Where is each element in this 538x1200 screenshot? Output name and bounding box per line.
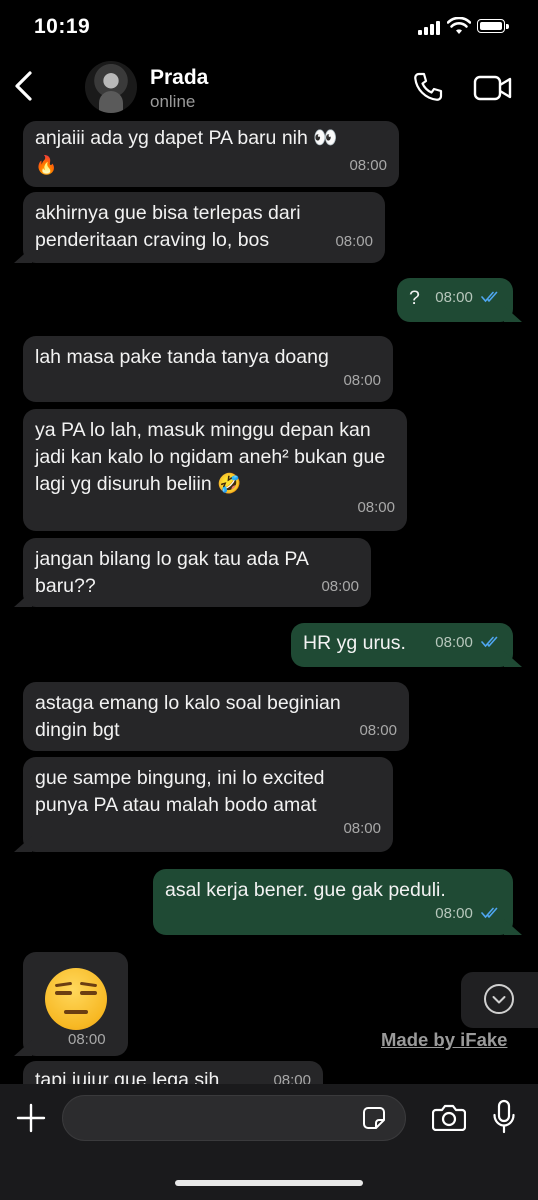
incoming-message[interactable]: anjaiii ada yg dapet PA baru nih 👀 🔥 08:…	[23, 121, 399, 187]
message-time: 08:00	[357, 499, 395, 516]
microphone-icon[interactable]	[492, 1099, 516, 1135]
message-time: 08:00	[343, 820, 381, 837]
message-time: 08:00	[435, 905, 473, 922]
sticker-icon[interactable]	[362, 1106, 386, 1130]
read-receipt-icon	[481, 291, 498, 303]
battery-icon	[477, 19, 509, 33]
back-chevron-icon[interactable]	[12, 69, 36, 103]
status-time: 10:19	[34, 15, 91, 38]
outgoing-message[interactable]: asal kerja bener. gue gak peduli. 08:00	[153, 869, 513, 935]
message-text: HR yg urus.	[303, 632, 406, 654]
read-receipt-icon	[481, 907, 498, 919]
incoming-message[interactable]: jangan bilang lo gak tau ada PA baru?? 0…	[23, 538, 371, 607]
message-text: astaga emang lo kalo soal beginian dingi…	[35, 692, 347, 741]
message-time: 08:00	[321, 578, 359, 595]
message-text: anjaiii ada yg dapet PA baru nih 👀	[35, 127, 338, 149]
message-time: 08:00	[335, 233, 373, 250]
incoming-emoji-message[interactable]: 08:00	[23, 952, 128, 1056]
incoming-message[interactable]: lah masa pake tanda tanya doang 08:00	[23, 336, 393, 402]
home-indicator	[175, 1180, 363, 1186]
message-time: 08:00	[273, 1072, 311, 1084]
message-text: asal kerja bener. gue gak peduli.	[165, 879, 446, 901]
contact-status: online	[150, 92, 196, 111]
contact-name[interactable]: Prada	[150, 66, 208, 90]
message-input[interactable]	[62, 1095, 406, 1141]
plus-icon[interactable]	[16, 1103, 46, 1133]
message-time: 08:00	[359, 722, 397, 739]
contact-avatar[interactable]	[85, 61, 137, 113]
incoming-message[interactable]: akhirnya gue bisa terlepas dari penderit…	[23, 192, 385, 263]
read-receipt-icon	[481, 636, 498, 648]
outgoing-message[interactable]: HR yg urus. 08:00	[291, 623, 513, 667]
message-text: gue sampe bingung, ini lo excited punya …	[35, 767, 330, 816]
message-text: jangan bilang lo gak tau ada PA baru??	[35, 548, 314, 597]
message-meta: 08:00	[435, 288, 501, 308]
message-time: 08:00	[343, 372, 381, 389]
made-by-ifake-watermark: Made by iFake	[381, 1029, 508, 1050]
message-meta: 08:00	[165, 904, 501, 924]
expressionless-face-emoji	[45, 968, 107, 1030]
incoming-message[interactable]: ya PA lo lah, masuk minggu depan kan jad…	[23, 409, 407, 531]
message-time: 08:00	[68, 1031, 106, 1048]
cellular-signal-icon	[418, 21, 442, 35]
chevron-down-icon	[492, 996, 506, 1004]
status-bar: 10:19	[0, 0, 538, 60]
wifi-icon	[447, 17, 471, 34]
message-time: 08:00	[435, 289, 473, 306]
message-text: ?	[409, 287, 420, 309]
message-meta: 08:00	[435, 633, 501, 653]
message-text: lah masa pake tanda tanya doang	[35, 346, 329, 368]
message-text: ya PA lo lah, masuk minggu depan kan jad…	[35, 419, 391, 495]
chat-messages-area[interactable]: anjaiii ada yg dapet PA baru nih 👀 🔥 08:…	[0, 121, 538, 1084]
chat-header: Prada online	[0, 55, 538, 121]
incoming-message[interactable]: gue sampe bingung, ini lo excited punya …	[23, 757, 393, 852]
message-time: 08:00	[349, 157, 387, 174]
scroll-to-bottom-button[interactable]	[461, 972, 538, 1028]
message-text: akhirnya gue bisa terlepas dari penderit…	[35, 202, 306, 251]
incoming-message[interactable]: tapi jujur gue lega sih 08:00	[23, 1061, 323, 1084]
message-time: 08:00	[435, 634, 473, 651]
video-camera-icon[interactable]	[473, 74, 513, 102]
incoming-message[interactable]: astaga emang lo kalo soal beginian dingi…	[23, 682, 409, 751]
camera-icon[interactable]	[432, 1103, 466, 1131]
message-composer	[0, 1084, 538, 1200]
fire-emoji: 🔥	[35, 155, 58, 175]
phone-icon[interactable]	[412, 71, 444, 103]
message-text: tapi jujur gue lega sih	[35, 1069, 220, 1084]
outgoing-message[interactable]: ? 08:00	[397, 278, 513, 322]
